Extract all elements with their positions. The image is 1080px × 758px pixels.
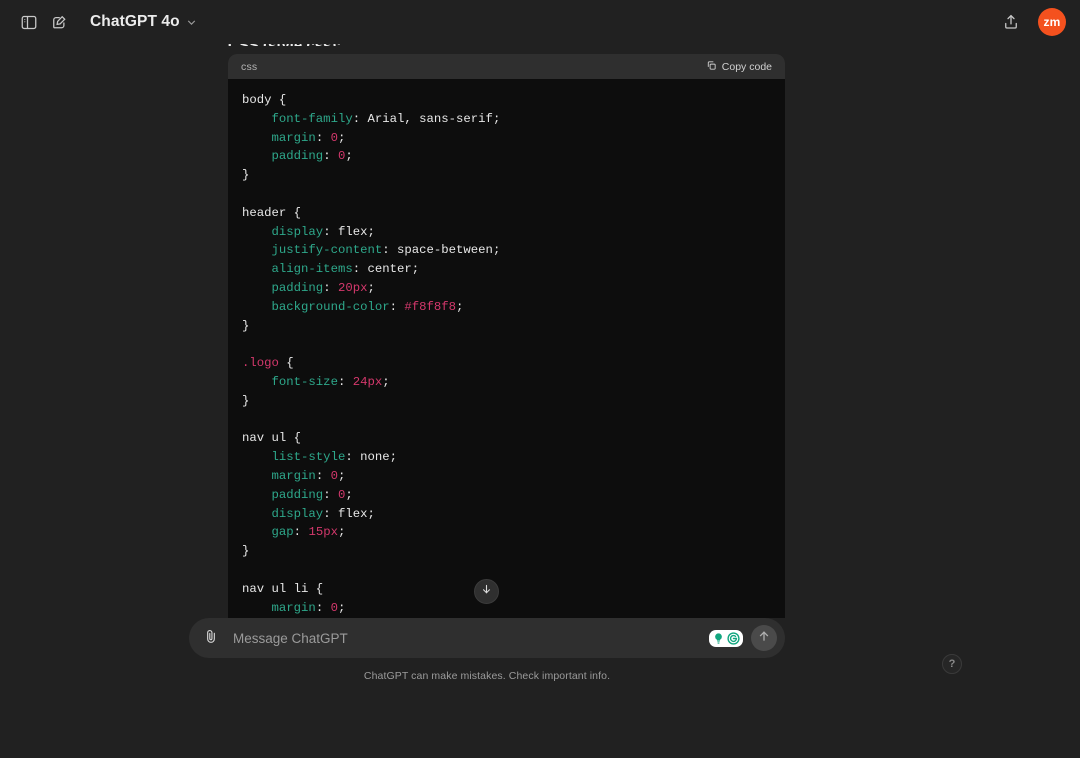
grammarly-icon[interactable] — [727, 631, 740, 645]
composer-area: ChatGPT can make mistakes. Check importa… — [189, 618, 785, 682]
help-button[interactable]: ? — [942, 654, 962, 674]
code-line: display: flex; — [271, 506, 375, 521]
code-line: display: flex; — [271, 224, 375, 239]
code-line: } — [242, 393, 250, 408]
disclaimer-text: ChatGPT can make mistakes. Check importa… — [363, 670, 611, 682]
code-line: .logo { — [242, 356, 294, 371]
code-line: } — [242, 168, 250, 183]
code-line: padding: 20px; — [271, 280, 375, 295]
code-content[interactable]: body { font-family: Arial, sans-serif; m… — [228, 79, 785, 618]
copy-code-button[interactable]: Copy code — [706, 60, 772, 74]
code-line: font-size: 24px; — [271, 374, 390, 389]
code-line: align-items: center; — [271, 262, 420, 277]
code-line: } — [242, 544, 250, 559]
code-language-label: css — [241, 60, 258, 73]
arrow-down-icon — [480, 583, 493, 601]
chevron-down-icon — [185, 16, 198, 29]
grammarly-extension-badge[interactable] — [709, 629, 743, 647]
model-selector[interactable]: ChatGPT 4o — [82, 8, 206, 36]
top-bar: ChatGPT 4o zm — [0, 0, 1080, 44]
chatgpt-window: ChatGPT 4o zm CSS (style.css): — [0, 0, 1080, 758]
sidebar-toggle-icon[interactable] — [14, 7, 44, 37]
code-line: nav ul { — [242, 431, 302, 446]
code-line: font-family: Arial, sans-serif; — [271, 111, 501, 126]
copy-code-label: Copy code — [721, 60, 772, 73]
model-label: ChatGPT 4o — [90, 13, 180, 30]
copy-icon — [706, 60, 717, 74]
code-block: css Copy code body { font-family: Arial,… — [228, 54, 785, 618]
code-line: list-style: none; — [271, 450, 398, 465]
code-line: gap: 15px; — [271, 525, 346, 540]
paperclip-icon — [203, 628, 219, 649]
code-line: nav ul li { — [242, 581, 324, 596]
top-bar-right: zm — [996, 7, 1066, 37]
code-line: header { — [242, 205, 302, 220]
code-line: padding: 0; — [271, 487, 353, 502]
code-line: background-color: #f8f8f8; — [271, 299, 464, 314]
lightbulb-icon[interactable] — [712, 632, 725, 645]
conversation-area: CSS (style.css): css Copy code b — [0, 36, 1080, 618]
code-line: margin: 0; — [271, 130, 346, 145]
attach-file-button[interactable] — [197, 624, 225, 652]
code-line: } — [242, 318, 250, 333]
code-line: margin: 0; — [271, 468, 346, 483]
new-chat-icon[interactable] — [44, 7, 74, 37]
share-icon[interactable] — [996, 7, 1026, 37]
code-block-header: css Copy code — [228, 54, 785, 79]
arrow-up-icon — [757, 629, 771, 648]
code-line: margin: 0; — [271, 600, 346, 615]
code-line: body { — [242, 93, 287, 107]
composer — [189, 618, 785, 658]
avatar[interactable]: zm — [1038, 8, 1066, 36]
code-line: padding: 0; — [271, 149, 353, 164]
scroll-to-bottom-button[interactable] — [474, 579, 499, 604]
assistant-message: CSS (style.css): css Copy code b — [228, 36, 785, 618]
code-line: justify-content: space-between; — [271, 243, 501, 258]
message-input[interactable] — [225, 630, 709, 646]
send-button[interactable] — [751, 625, 777, 651]
